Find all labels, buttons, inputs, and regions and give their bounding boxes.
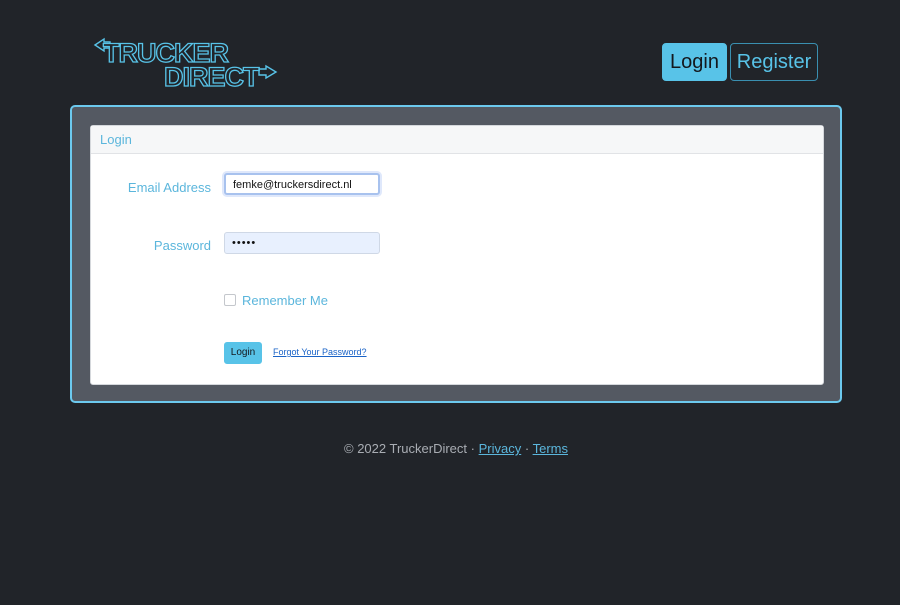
logo-line2: DIRECT (164, 62, 260, 89)
remember-me-row[interactable]: Remember Me (224, 292, 328, 308)
footer-separator: · (524, 441, 530, 456)
logo-arrow-right-icon (258, 64, 278, 80)
trucker-direct-logo[interactable]: TRUCKER DIRECT (92, 37, 288, 89)
email-field[interactable]: femke@truckersdirect.nl (224, 173, 380, 195)
terms-link[interactable]: Terms (533, 441, 568, 456)
forgot-password-link[interactable]: Forgot Your Password? (273, 347, 367, 357)
login-panel: Login Email Address femke@truckersdirect… (70, 105, 842, 403)
login-card: Login Email Address femke@truckersdirect… (90, 125, 824, 385)
nav-login-button[interactable]: Login (662, 43, 727, 81)
password-label: Password (153, 238, 211, 253)
email-label: Email Address (127, 180, 211, 195)
remember-me-label[interactable]: Remember Me (242, 293, 328, 308)
footer: © 2022 TruckerDirect · Privacy · Terms (0, 441, 900, 456)
login-submit-button[interactable]: Login (224, 342, 262, 364)
privacy-link[interactable]: Privacy (479, 441, 522, 456)
copyright-text: © 2022 TruckerDirect (344, 441, 468, 456)
card-title: Login (91, 126, 823, 154)
password-field[interactable]: ••••• (224, 232, 380, 254)
footer-separator: · (470, 441, 475, 456)
nav-register-button[interactable]: Register (730, 43, 818, 81)
remember-me-checkbox[interactable] (224, 294, 236, 306)
